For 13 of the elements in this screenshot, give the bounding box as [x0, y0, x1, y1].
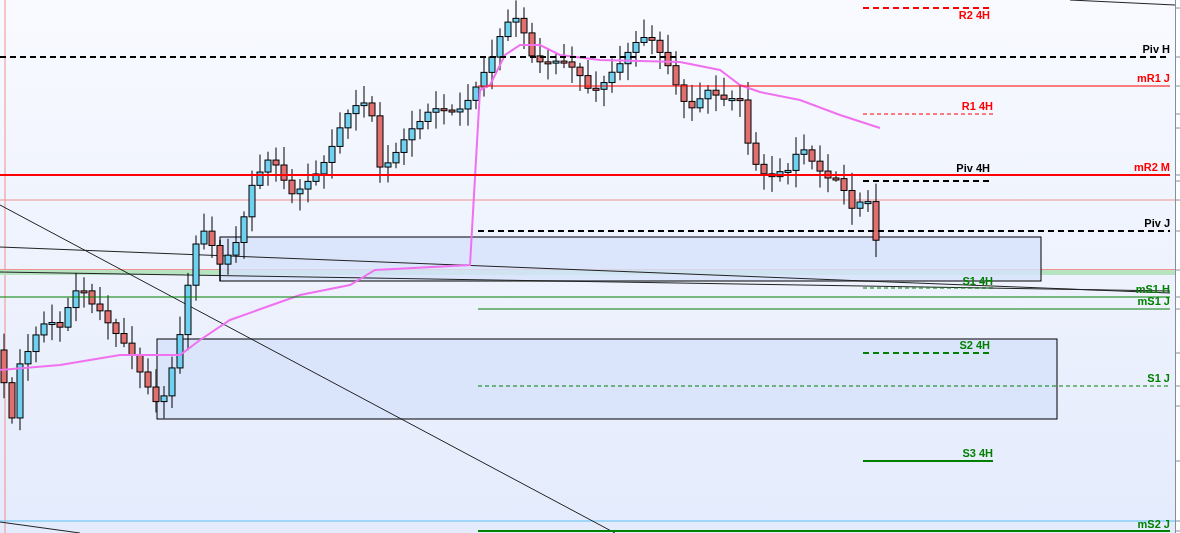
- level-label: Piv J: [1144, 217, 1170, 229]
- level-label: Piv 4H: [956, 162, 990, 174]
- level-label: S3 4H: [962, 447, 993, 459]
- level-label: mS2 J: [1137, 518, 1170, 530]
- level-label: S1 J: [1147, 372, 1170, 384]
- level-label: mR2 M: [1133, 161, 1170, 173]
- level-label: S2 4H: [959, 339, 990, 351]
- level-label: R2 4H: [958, 9, 990, 21]
- level-label: mR1 J: [1136, 72, 1170, 84]
- level-label: Piv H: [1142, 43, 1170, 55]
- level-label: mS1 J: [1137, 295, 1170, 307]
- level-label: S1 4H: [962, 275, 993, 287]
- level-label: R1 4H: [961, 100, 993, 112]
